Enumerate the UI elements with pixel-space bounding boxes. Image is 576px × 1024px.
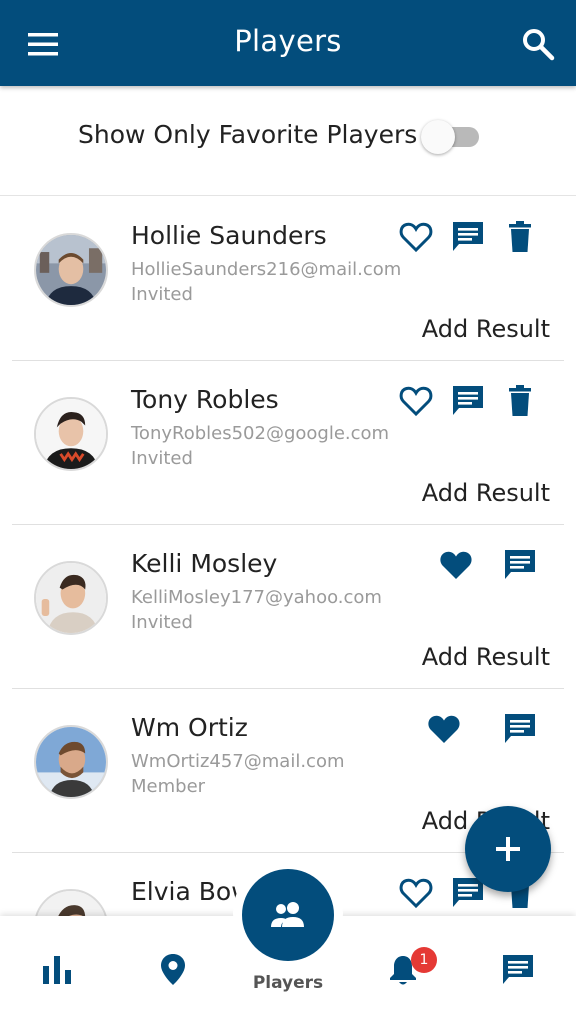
- favorite-filter-label: Show Only Favorite Players: [78, 120, 418, 149]
- player-row[interactable]: Hollie Saunders HollieSaunders216@mail.c…: [12, 197, 564, 361]
- player-status: Member: [131, 776, 206, 797]
- favorite-filter-toggle[interactable]: [421, 120, 479, 154]
- messages-icon[interactable]: [501, 952, 535, 986]
- notification-badge: 1: [411, 947, 437, 973]
- favorite-filter-row: Show Only Favorite Players: [0, 86, 576, 196]
- delete-trash-icon[interactable]: [502, 219, 538, 255]
- avatar: [34, 725, 108, 799]
- player-row[interactable]: Tony Robles TonyRobles502@google.com Inv…: [12, 361, 564, 525]
- player-row[interactable]: Kelli Mosley KelliMosley177@yahoo.com In…: [12, 525, 564, 689]
- player-status: Invited: [131, 448, 193, 469]
- player-status: Invited: [131, 612, 193, 633]
- favorite-heart-outline-icon[interactable]: [398, 219, 434, 255]
- player-email: KelliMosley177@yahoo.com: [131, 587, 382, 608]
- favorite-heart-outline-icon[interactable]: [398, 875, 434, 911]
- bottom-nav: Players 1: [0, 858, 576, 1024]
- add-player-fab[interactable]: [465, 806, 551, 892]
- avatar: [34, 233, 108, 307]
- add-result-button[interactable]: Add Result: [422, 315, 550, 343]
- favorite-heart-outline-icon[interactable]: [398, 383, 434, 419]
- player-email: WmOrtiz457@mail.com: [131, 751, 345, 772]
- player-name: Hollie Saunders: [131, 221, 327, 250]
- player-name: Kelli Mosley: [131, 549, 278, 578]
- player-name: Tony Robles: [131, 385, 279, 414]
- player-email: HollieSaunders216@mail.com: [131, 259, 402, 280]
- search-icon[interactable]: [520, 26, 556, 62]
- favorite-heart-filled-icon[interactable]: [438, 547, 474, 583]
- plus-icon: [496, 837, 520, 861]
- players-nav-button[interactable]: [242, 869, 334, 961]
- add-result-button[interactable]: Add Result: [422, 479, 550, 507]
- add-result-button[interactable]: Add Result: [422, 643, 550, 671]
- message-icon[interactable]: [502, 711, 538, 747]
- favorite-heart-filled-icon[interactable]: [426, 711, 462, 747]
- avatar: [34, 561, 108, 635]
- players-icon: [271, 902, 304, 927]
- message-icon[interactable]: [450, 383, 486, 419]
- app-bar: Players: [0, 0, 576, 86]
- message-icon[interactable]: [450, 219, 486, 255]
- page-title: Players: [234, 24, 342, 58]
- toggle-knob: [421, 120, 455, 154]
- avatar: [34, 397, 108, 471]
- player-email: TonyRobles502@google.com: [131, 423, 390, 444]
- delete-trash-icon[interactable]: [502, 383, 538, 419]
- player-status: Invited: [131, 284, 193, 305]
- players-nav-label: Players: [252, 973, 324, 993]
- player-name: Wm Ortiz: [131, 713, 248, 742]
- message-icon[interactable]: [502, 547, 538, 583]
